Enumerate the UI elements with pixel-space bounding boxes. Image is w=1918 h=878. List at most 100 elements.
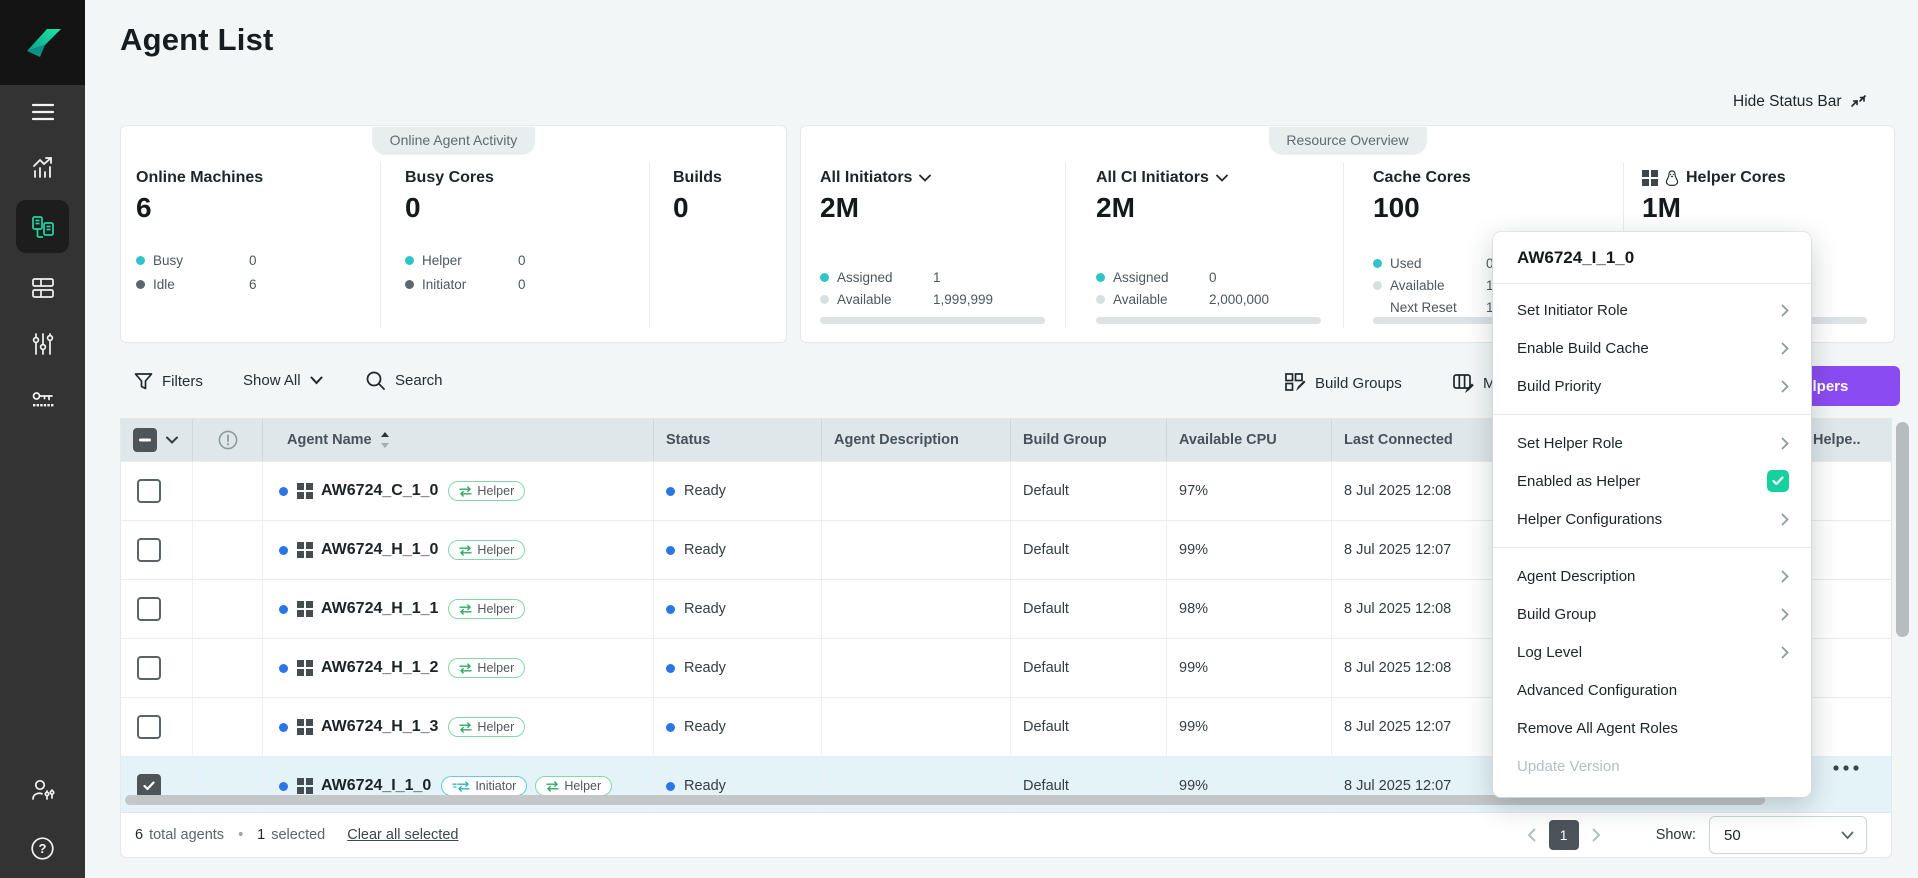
row-select-cell [121, 580, 193, 638]
stat-value: 2M [1096, 192, 1135, 224]
filter-funnel-icon [134, 372, 153, 391]
sidebar-item-license[interactable] [0, 376, 85, 424]
menu-item-helper-configurations[interactable]: Helper Configurations [1493, 500, 1811, 538]
app-logo[interactable] [0, 0, 85, 85]
manage-columns-edit-icon [1452, 372, 1474, 394]
next-page-icon[interactable] [1592, 828, 1601, 842]
row-select-cell [121, 757, 193, 815]
card-divider [380, 162, 381, 328]
row-cpu-cell: 99% [1167, 521, 1332, 579]
card-divider [649, 162, 650, 328]
sidebar-item-build-groups[interactable] [0, 264, 85, 312]
vertical-scrollbar[interactable] [1896, 422, 1909, 637]
enabled-as-helper-checkbox[interactable] [1767, 470, 1789, 492]
row-warning-cell [193, 521, 263, 579]
menu-item-label: Update Version [1517, 758, 1620, 775]
progress-bar [1096, 317, 1321, 324]
chevron-down-icon[interactable] [166, 436, 178, 444]
chevron-right-icon [1781, 437, 1789, 450]
legend-value: 0 [249, 253, 257, 268]
menu-item-set-initiator-role[interactable]: Set Initiator Role [1493, 291, 1811, 329]
row-checkbox[interactable] [137, 715, 161, 739]
menu-item-label: Build Priority [1517, 378, 1601, 395]
menu-item-build-group[interactable]: Build Group [1493, 595, 1811, 633]
windows-icon [297, 542, 313, 558]
row-status-cell: Ready [654, 580, 822, 638]
row-select-cell [121, 521, 193, 579]
row-checkbox[interactable] [137, 479, 161, 503]
row-build-group-cell: Default [1011, 757, 1167, 815]
menu-item-remove-all-agent-roles[interactable]: Remove All Agent Roles [1493, 709, 1811, 747]
all-ci-initiators-dropdown[interactable]: All CI Initiators [1096, 169, 1228, 187]
menu-item-label: Enabled as Helper [1517, 473, 1640, 490]
sidebar-menu-toggle[interactable] [0, 88, 85, 136]
helper-cores-label: Helper Cores [1642, 169, 1786, 187]
helper-badge: Helper [448, 481, 525, 501]
row-checkbox[interactable] [137, 597, 161, 621]
page-size-select[interactable]: 50 [1709, 816, 1867, 854]
row-description-cell [822, 580, 1011, 638]
header-agent-name[interactable]: Agent Name [263, 419, 654, 461]
status-text: Ready [684, 660, 726, 676]
initiator-swap-icon [452, 781, 470, 792]
selected-label: selected [271, 827, 325, 843]
total-count: 6 [135, 827, 143, 843]
build-group-text: Default [1023, 483, 1069, 499]
row-cpu-cell: 99% [1167, 639, 1332, 697]
menu-item-set-helper-role[interactable]: Set Helper Role [1493, 424, 1811, 462]
filters-label: Filters [162, 373, 203, 390]
filters-button[interactable]: Filters [134, 372, 203, 391]
clear-all-selected-link[interactable]: Clear all selected [347, 827, 458, 843]
prev-page-icon[interactable] [1527, 828, 1536, 842]
menu-item-enable-build-cache[interactable]: Enable Build Cache [1493, 329, 1811, 367]
menu-item-advanced-configuration[interactable]: Advanced Configuration [1493, 671, 1811, 709]
last-connected-text: 8 Jul 2025 12:08 [1344, 660, 1451, 676]
last-connected-text: 8 Jul 2025 12:07 [1344, 778, 1451, 794]
stat-value: 100 [1373, 192, 1420, 224]
header-label: Helpe.. [1813, 432, 1861, 448]
build-groups-button[interactable]: Build Groups [1284, 372, 1402, 394]
helper-badge: Helper [448, 717, 525, 737]
stat-label-text: All CI Initiators [1096, 169, 1209, 187]
hide-status-bar-button[interactable]: Hide Status Bar [1733, 93, 1867, 111]
online-agent-activity-card: Online Agent Activity Online Machines 6 … [120, 125, 787, 343]
hamburger-icon [31, 103, 55, 121]
select-all-checkbox[interactable] [133, 428, 157, 452]
used-dot [1373, 259, 1382, 268]
page-title: Agent List [120, 22, 274, 58]
row-actions-button[interactable] [1832, 764, 1860, 772]
menu-item-agent-description[interactable]: Agent Description [1493, 557, 1811, 595]
stat-value: 0 [673, 192, 689, 224]
stat-value: 0 [405, 192, 421, 224]
build-groups-label: Build Groups [1315, 375, 1402, 392]
manage-button-partial[interactable]: M [1452, 372, 1496, 394]
all-initiators-dropdown[interactable]: All Initiators [820, 169, 931, 187]
legend-label: Available [1113, 292, 1168, 307]
menu-item-log-level[interactable]: Log Level [1493, 633, 1811, 671]
swap-arrows-icon [546, 781, 559, 792]
sidebar-item-help[interactable]: ? [0, 824, 85, 872]
menu-item-enabled-as-helper[interactable]: Enabled as Helper [1493, 462, 1811, 500]
sidebar-item-settings[interactable] [0, 320, 85, 368]
row-checkbox[interactable] [137, 538, 161, 562]
agent-name: AW6724_H_1_0 [321, 541, 438, 559]
row-checkbox[interactable] [137, 656, 161, 680]
row-status-cell: Ready [654, 757, 822, 815]
windows-icon [297, 778, 313, 794]
row-select-cell [121, 462, 193, 520]
cpu-text: 99% [1179, 660, 1208, 676]
available-dot [820, 295, 829, 304]
resource-card-tab: Resource Overview [1268, 127, 1426, 155]
sidebar-item-agents[interactable] [16, 200, 69, 253]
windows-icon [297, 719, 313, 735]
row-helpers-cell [1801, 639, 1891, 697]
menu-divider [1493, 547, 1811, 548]
page-number-button[interactable]: 1 [1549, 820, 1579, 850]
dot-separator: • [238, 827, 243, 843]
menu-item-build-priority[interactable]: Build Priority [1493, 367, 1811, 405]
search-button[interactable]: Search [365, 370, 443, 391]
show-all-dropdown[interactable]: Show All [243, 372, 323, 389]
legend-label: Available [837, 292, 892, 307]
sidebar-item-monitor[interactable] [0, 144, 85, 192]
sidebar-item-user-settings[interactable] [0, 766, 85, 814]
